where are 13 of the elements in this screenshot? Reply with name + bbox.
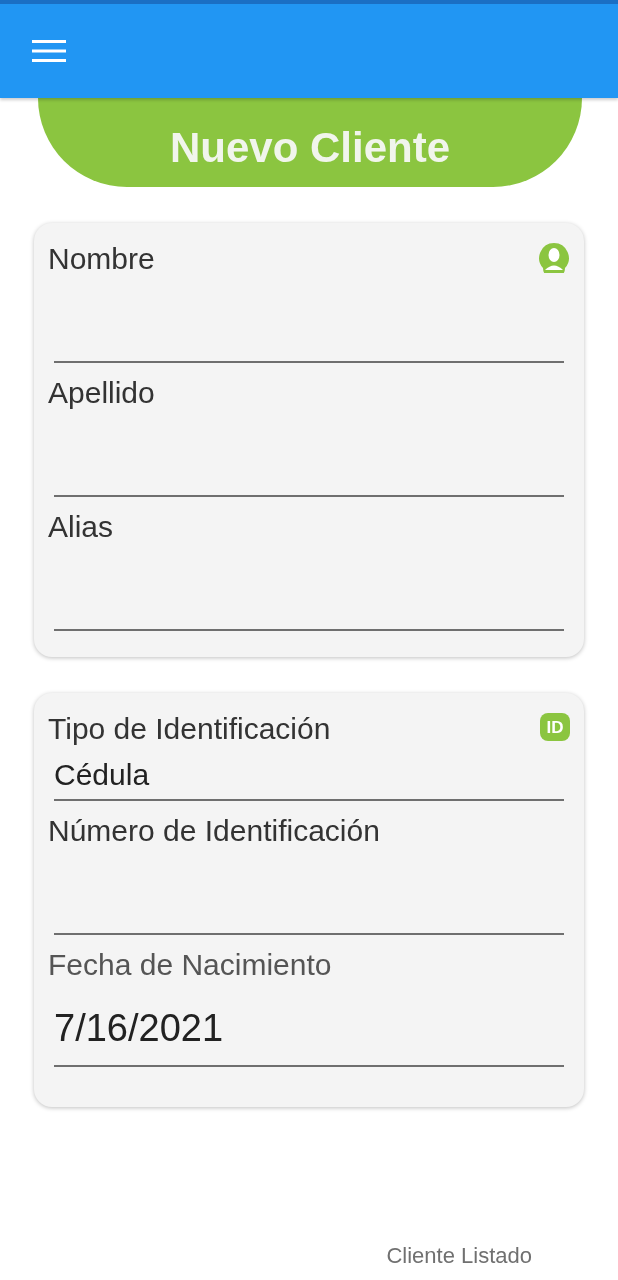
cliente-listado-link[interactable]: Cliente Listado <box>386 1239 532 1272</box>
person-icon <box>538 243 570 273</box>
field-label: Tipo de Identificación <box>48 711 331 747</box>
date-field[interactable]: 7/16/2021 <box>54 991 564 1067</box>
page-title: Nuevo Cliente <box>169 127 451 169</box>
field-label: Apellido <box>48 375 155 411</box>
field-label: Nombre <box>48 241 155 277</box>
field-label: Número de Identificación <box>48 813 380 849</box>
id-icon: ID <box>540 713 570 741</box>
field-label: Alias <box>48 509 114 545</box>
menu-icon <box>32 39 66 63</box>
dropdown-field[interactable]: Cédula <box>54 751 564 801</box>
field-label: Fecha de Nacimiento <box>48 947 332 983</box>
